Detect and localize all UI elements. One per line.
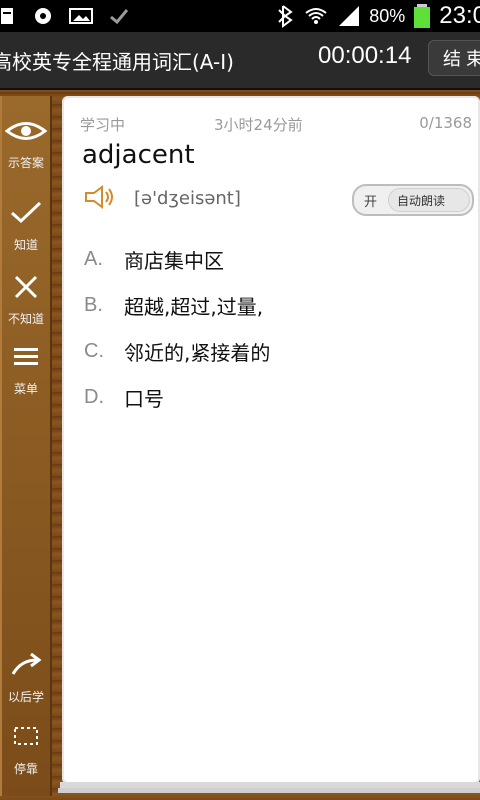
option-a[interactable]: A. 商店集中区	[84, 236, 464, 282]
page-title: 高校英专全程通用词汇(A-I)	[0, 50, 234, 74]
bluetooth-icon	[278, 5, 293, 28]
sidebar-item-know[interactable]: 知道	[0, 200, 52, 253]
sidebar-item-label: 以后学	[7, 690, 44, 704]
option-c[interactable]: C. 邻近的,紧接着的	[84, 328, 464, 374]
auto-read-toggle[interactable]: 开 自动朗读	[352, 184, 474, 216]
forward-arrow-icon	[11, 652, 42, 675]
toggle-knob: 自动朗读	[388, 188, 470, 212]
sidebar-item-label: 停靠	[13, 762, 38, 776]
check-icon	[11, 201, 42, 224]
card-meta: 学习中 3小时24分前 0/1368	[80, 114, 472, 134]
option-letter: C.	[84, 339, 104, 362]
card-stack-shadow	[58, 788, 480, 793]
battery-percent: 80%	[369, 5, 406, 26]
option-letter: D.	[84, 385, 104, 408]
eye-icon	[4, 122, 48, 140]
sidebar-item-dock[interactable]: 停靠	[0, 724, 52, 777]
option-d[interactable]: D. 口号	[84, 374, 464, 420]
x-icon	[14, 275, 38, 299]
status-left-icons	[0, 4, 130, 28]
check-status-icon	[110, 9, 129, 25]
vocab-word: adjacent	[82, 140, 195, 170]
study-timer: 00:00:14	[318, 42, 412, 69]
progress-count: 0/1368	[419, 114, 472, 132]
phonetic: [ə'dʒeisənt]	[134, 188, 241, 209]
status-bar: 80% 23:0	[0, 0, 480, 32]
sidebar-item-learn-later[interactable]: 以后学	[0, 652, 52, 705]
wifi-icon	[305, 8, 327, 24]
option-text: 超越,超过,过量,	[124, 294, 264, 319]
sidebar-item-label: 示答案	[7, 156, 44, 170]
sidebar-item-dont-know[interactable]: 不知道	[0, 274, 52, 327]
sidebar-item-show-answer[interactable]: 示答案	[0, 118, 52, 171]
status-time: 23:0	[439, 2, 480, 29]
image-icon	[69, 8, 93, 24]
flashcard: 学习中 3小时24分前 0/1368 adjacent [ə'dʒeisənt]…	[62, 96, 480, 784]
dock-icon	[14, 727, 38, 745]
speaker-icon[interactable]	[84, 184, 116, 210]
toggle-on-label: 开	[364, 195, 378, 210]
signal-icon	[339, 6, 360, 26]
battery-icon	[414, 4, 431, 28]
learning-status: 学习中	[80, 116, 126, 134]
option-text: 口号	[124, 386, 164, 411]
notification-icon	[1, 8, 13, 24]
title-bar: 高校英专全程通用词汇(A-I) 00:00:14 结 束	[0, 32, 480, 90]
answer-options: A. 商店集中区 B. 超越,超过,过量, C. 邻近的,紧接着的 D. 口号	[84, 236, 464, 420]
sidebar-item-label: 菜单	[13, 382, 38, 396]
option-b[interactable]: B. 超越,超过,过量,	[84, 282, 464, 328]
sidebar: 示答案 知道 不知道 菜单 以后学 停靠	[0, 96, 52, 796]
sidebar-item-label: 不知道	[7, 312, 44, 326]
option-letter: B.	[84, 293, 103, 316]
menu-icon	[14, 348, 38, 365]
option-text: 邻近的,紧接着的	[124, 340, 271, 365]
record-icon	[35, 8, 51, 24]
sidebar-item-menu[interactable]: 菜单	[0, 344, 52, 397]
toggle-label: 自动朗读	[397, 194, 446, 208]
option-text: 商店集中区	[124, 248, 224, 273]
end-button[interactable]: 结 束	[428, 40, 480, 76]
last-study-time: 3小时24分前	[214, 116, 303, 134]
option-letter: A.	[84, 247, 103, 270]
sidebar-item-label: 知道	[13, 238, 38, 252]
status-right-icons: 80% 23:0	[277, 0, 480, 32]
